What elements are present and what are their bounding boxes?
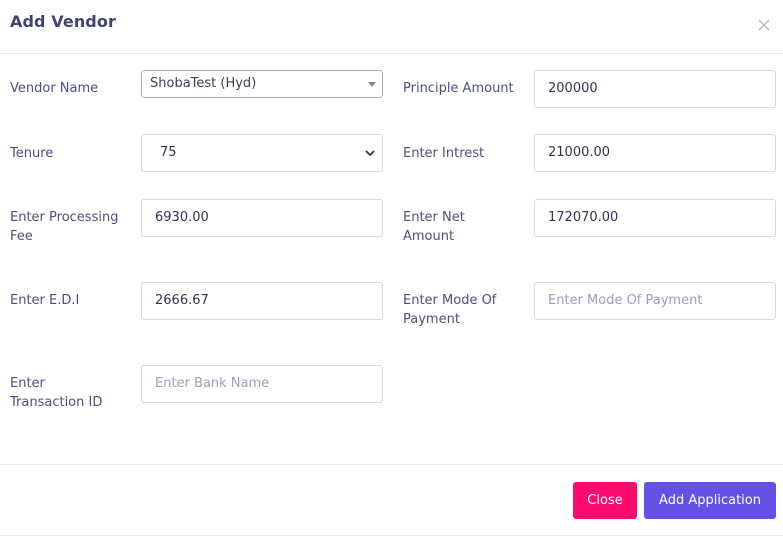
processing-fee-input[interactable]: 6930.00 <box>141 199 383 237</box>
close-button[interactable]: Close <box>573 482 637 519</box>
vendor-name-label: Vendor Name <box>10 81 99 96</box>
modal-header: Add Vendor <box>0 0 783 54</box>
mode-of-payment-label-line1: Enter Mode Of <box>403 293 497 308</box>
net-amount-label: Enter Net Amount <box>403 208 465 246</box>
net-amount-label-line1: Enter Net <box>403 210 465 225</box>
close-icon[interactable] <box>756 17 772 33</box>
processing-fee-label: Enter Processing Fee <box>10 208 118 246</box>
add-vendor-modal: Add Vendor Vendor Name ShobaTest (Hyd) P… <box>0 0 783 536</box>
transaction-id-input[interactable]: Enter Bank Name <box>141 365 383 403</box>
interest-label: Enter Intrest <box>403 146 485 161</box>
mode-of-payment-label-line2: Payment <box>403 312 460 327</box>
add-application-button[interactable]: Add Application <box>644 482 776 519</box>
principle-amount-input[interactable]: 200000 <box>534 70 776 108</box>
tenure-label: Tenure <box>10 146 54 161</box>
chevron-down-icon <box>365 150 375 157</box>
tenure-select[interactable]: 75 <box>141 134 383 172</box>
edi-label: Enter E.D.I <box>10 293 80 308</box>
transaction-id-label: Enter Transaction ID <box>10 374 102 412</box>
modal-title: Add Vendor <box>10 12 116 31</box>
vendor-name-value: ShobaTest (Hyd) <box>150 76 257 91</box>
edi-input[interactable]: 2666.67 <box>141 282 383 320</box>
principle-amount-label: Principle Amount <box>403 81 514 96</box>
net-amount-label-line2: Amount <box>403 229 455 244</box>
transaction-id-label-line1: Enter <box>10 376 45 391</box>
caret-down-icon <box>368 82 376 87</box>
processing-fee-label-line2: Fee <box>10 229 33 244</box>
transaction-id-label-line2: Transaction ID <box>10 395 103 410</box>
net-amount-input[interactable]: 172070.00 <box>534 199 776 237</box>
tenure-value: 75 <box>160 145 177 160</box>
vendor-name-select[interactable]: ShobaTest (Hyd) <box>141 70 383 98</box>
mode-of-payment-label: Enter Mode Of Payment <box>403 291 496 329</box>
interest-input[interactable]: 21000.00 <box>534 134 776 172</box>
mode-of-payment-input[interactable]: Enter Mode Of Payment <box>534 282 776 320</box>
processing-fee-label-line1: Enter Processing <box>10 210 119 225</box>
